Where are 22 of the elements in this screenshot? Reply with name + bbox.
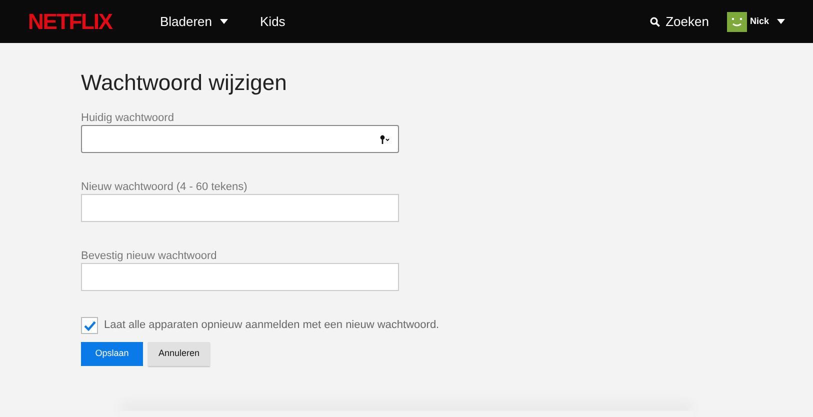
password-field[interactable]: [81, 194, 399, 222]
nav-link[interactable]: Bladeren: [160, 12, 228, 32]
field-label: Nieuw wachtwoord (4 - 60 tekens): [81, 181, 248, 194]
logo[interactable]: NETFLIX: [28, 10, 112, 32]
profile-name[interactable]: Nick: [750, 14, 769, 28]
search-link[interactable]: Zoeken: [650, 12, 709, 32]
key-icon[interactable]: [380, 134, 390, 144]
avatar-icon[interactable]: [726, 12, 747, 32]
nav-link[interactable]: Kids: [260, 12, 286, 32]
cancel-button[interactable]: Annuleren: [148, 342, 210, 366]
password-field[interactable]: [81, 125, 399, 153]
save-button[interactable]: Opslaan: [81, 342, 143, 366]
field-label: Bevestig nieuw wachtwoord: [81, 250, 218, 263]
search-icon: [650, 16, 660, 26]
checkmark-icon: [84, 320, 96, 330]
checkbox-label: Laat alle apparaten opnieuw aanmelden met een nieuw wachtwoord.: [104, 318, 440, 334]
page-title: Wachtwoord wijzigen: [81, 69, 288, 97]
field-label: Huidig wachtwoord: [81, 112, 175, 125]
password-field[interactable]: [81, 263, 399, 291]
caret-icon: [220, 19, 228, 24]
caret-icon: [777, 19, 785, 24]
checkbox[interactable]: [81, 317, 98, 334]
